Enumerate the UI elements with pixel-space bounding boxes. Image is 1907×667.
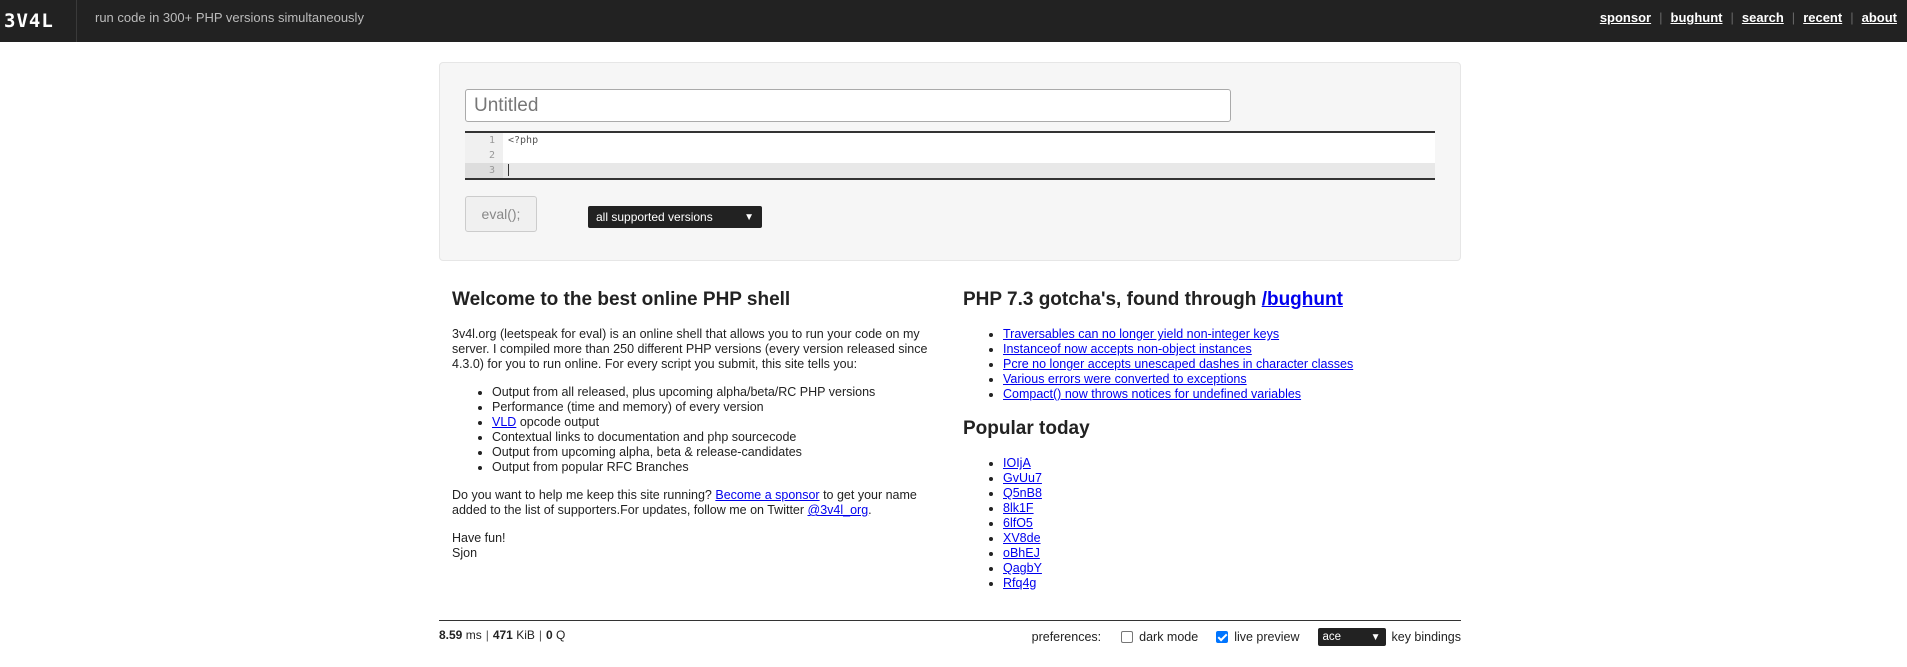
queries-value: 0 [546, 628, 553, 642]
list-item: Q5nB8 [1003, 486, 1453, 501]
list-item: GvUu7 [1003, 471, 1453, 486]
popular-link[interactable]: GvUu7 [1003, 471, 1042, 485]
key-bindings-select[interactable]: ace ▼ [1317, 628, 1386, 646]
list-item: Performance (time and memory) of every v… [492, 400, 942, 415]
time-unit: ms [462, 628, 482, 642]
logo-text[interactable]: 3V4L [4, 10, 54, 32]
list-item: Compact() now throws notices for undefin… [1003, 387, 1453, 402]
eval-button[interactable]: eval(); [465, 196, 537, 232]
dark-mode-label[interactable]: dark mode [1139, 630, 1198, 644]
key-bindings-value: ace [1322, 631, 1342, 643]
list-item: Contextual links to documentation and ph… [492, 430, 942, 445]
list-item: Pcre no longer accepts unescaped dashes … [1003, 357, 1453, 372]
memory-value: 471 [492, 628, 513, 642]
footer-divider [439, 620, 1461, 621]
signature: Sjon [452, 546, 478, 560]
list-item: Rfq4g [1003, 576, 1453, 591]
feature-text: opcode output [519, 415, 600, 429]
list-item: 6lfO5 [1003, 516, 1453, 531]
popular-link[interactable]: QagbY [1003, 561, 1042, 575]
welcome-intro: 3v4l.org (leetspeak for eval) is an onli… [452, 327, 928, 371]
gotcha-link[interactable]: Pcre no longer accepts unescaped dashes … [1003, 357, 1353, 371]
list-item: 8lk1F [1003, 501, 1453, 516]
gotchas-heading: PHP 7.3 gotcha's, found through /bughunt [963, 289, 1453, 311]
list-item: Traversables can no longer yield non-int… [1003, 327, 1453, 342]
preferences-label: preferences: [1031, 630, 1102, 644]
popular-link[interactable]: oBhEJ [1003, 546, 1040, 560]
top-bar: 3V4L run code in 300+ PHP versions simul… [0, 0, 1907, 42]
sponsor-text: Do you want to help me keep this site ru… [452, 488, 716, 502]
live-preview-label[interactable]: live preview [1234, 630, 1299, 644]
list-item: QagbY [1003, 561, 1453, 576]
site-tagline: run code in 300+ PHP versions simultaneo… [95, 10, 364, 25]
gotcha-link[interactable]: Various errors were converted to excepti… [1003, 372, 1247, 386]
popular-link[interactable]: Q5nB8 [1003, 486, 1042, 500]
become-sponsor-link[interactable]: Become a sponsor [715, 488, 819, 502]
version-select-value: all supported versions [596, 210, 713, 224]
gotcha-link[interactable]: Traversables can no longer yield non-int… [1003, 327, 1279, 341]
sponsor-text: . [868, 503, 872, 517]
list-item: Various errors were converted to excepti… [1003, 372, 1453, 387]
welcome-section: Welcome to the best online PHP shell 3v4… [452, 289, 942, 574]
welcome-heading: Welcome to the best online PHP shell [452, 289, 791, 310]
gotchas-list: Traversables can no longer yield non-int… [963, 327, 1453, 402]
popular-link[interactable]: 8lk1F [1003, 501, 1034, 515]
list-item: Output from popular RFC Branches [492, 460, 942, 475]
popular-heading: Popular today [963, 418, 1090, 439]
bughunt-heading-link[interactable]: /bughunt [1262, 289, 1343, 310]
popular-link[interactable]: IOIjA [1003, 456, 1031, 470]
list-item: VLD opcode output [492, 415, 942, 430]
gotcha-link[interactable]: Instanceof now accepts non-object instan… [1003, 342, 1252, 356]
version-select[interactable]: all supported versions ▼ [588, 206, 762, 228]
feature-list: Output from all released, plus upcoming … [452, 385, 942, 475]
nav-recent-link[interactable]: recent [1803, 10, 1842, 25]
gotchas-heading-text: PHP 7.3 gotcha's, found through [963, 289, 1262, 310]
have-fun-text: Have fun! [452, 531, 506, 545]
line-number: 3 [465, 163, 503, 178]
line-number: 2 [465, 148, 503, 163]
popular-link[interactable]: XV8de [1003, 531, 1041, 545]
preferences-bar: preferences: dark mode live preview ace ▼… [1032, 628, 1461, 646]
twitter-link[interactable]: @3v4l_org [808, 503, 869, 517]
dark-mode-checkbox[interactable] [1121, 631, 1134, 643]
site-logo[interactable]: 3V4L [0, 0, 77, 42]
gotcha-link[interactable]: Compact() now throws notices for undefin… [1003, 387, 1301, 401]
nav-bughunt-link[interactable]: bughunt [1671, 10, 1723, 25]
popular-link[interactable]: 6lfO5 [1003, 516, 1033, 530]
popular-list: IOIjA GvUu7 Q5nB8 8lk1F 6lfO5 XV8de oBhE… [963, 456, 1453, 591]
code-line[interactable]: 2 [465, 148, 1435, 163]
list-item: oBhEJ [1003, 546, 1453, 561]
nav-search-link[interactable]: search [1742, 10, 1784, 25]
time-value: 8.59 [439, 628, 463, 642]
sponsor-paragraph: Do you want to help me keep this site ru… [452, 488, 942, 518]
queries-unit: Q [552, 628, 566, 642]
text-cursor [508, 164, 509, 176]
sidebar-section: PHP 7.3 gotcha's, found through /bughunt… [963, 289, 1453, 604]
popular-link[interactable]: Rfq4g [1003, 576, 1036, 590]
list-item: IOIjA [1003, 456, 1453, 471]
list-item: Output from upcoming alpha, beta & relea… [492, 445, 942, 460]
top-nav: sponsor | bughunt | search | recent | about [1599, 10, 1897, 25]
nav-about-link[interactable]: about [1862, 10, 1897, 25]
chevron-down-icon: ▼ [1370, 631, 1381, 643]
editor-panel: 1<?php 2 3 eval(); all supported version… [439, 62, 1461, 261]
key-bindings-label: key bindings [1391, 630, 1462, 644]
list-item: Output from all released, plus upcoming … [492, 385, 942, 400]
code-line-active[interactable]: 3 [465, 163, 1435, 178]
live-preview-checkbox[interactable] [1216, 631, 1229, 643]
code-line[interactable]: 1 <?php [465, 133, 1435, 148]
list-item: XV8de [1003, 531, 1453, 546]
chevron-down-icon: ▼ [744, 211, 754, 223]
list-item: Instanceof now accepts non-object instan… [1003, 342, 1453, 357]
memory-unit: KiB [512, 628, 535, 642]
signoff: Have fun! Sjon [452, 531, 942, 561]
page-stats: 8.59 ms | 471 KiB | 0 Q [439, 628, 566, 642]
line-number: 1 [465, 133, 503, 148]
vld-link[interactable]: VLD [492, 415, 516, 429]
code-text[interactable]: <?php [503, 133, 538, 148]
nav-sponsor-link[interactable]: sponsor [1600, 10, 1651, 25]
script-title-input[interactable] [465, 89, 1231, 122]
code-editor[interactable]: 1 <?php 2 3 [465, 131, 1435, 180]
